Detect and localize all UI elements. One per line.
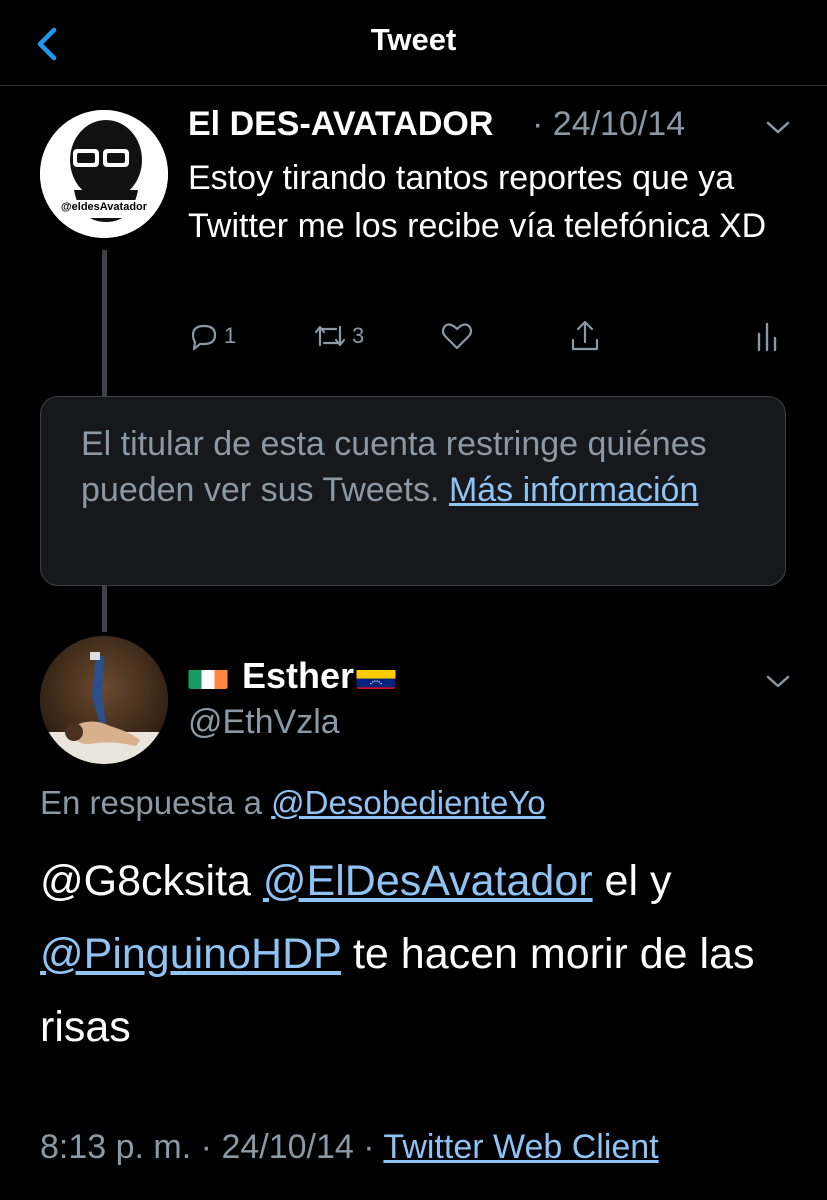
reply-to-mention[interactable]: @DesobedienteYo <box>271 784 546 821</box>
chevron-down-icon[interactable] <box>764 118 792 138</box>
page-title: Tweet <box>370 22 457 57</box>
share-button[interactable] <box>568 314 602 358</box>
avatar[interactable] <box>40 636 168 764</box>
avatar-label: @eldesAvatador <box>60 201 148 213</box>
reply-count: 1 <box>224 323 237 348</box>
venezuela-flag-icon <box>356 663 396 689</box>
tweet-text-part: @G8cksita <box>40 857 251 905</box>
retweet-button[interactable]: 3 <box>312 314 364 358</box>
analytics-button[interactable] <box>754 314 780 358</box>
tweet-text-part: el y <box>604 857 672 905</box>
heart-icon <box>441 323 473 350</box>
tweet-time: 8:13 p. m. <box>40 1128 192 1166</box>
meta-separator: · <box>532 105 544 143</box>
client-link[interactable]: Twitter Web Client <box>383 1128 658 1166</box>
restricted-account-notice: El titular de esta cuenta restringe quié… <box>40 396 786 586</box>
avatar[interactable]: @eldesAvatador <box>40 110 168 238</box>
mention-link[interactable]: @ElDesAvatador <box>263 857 593 905</box>
reply-context: En respuesta a @DesobedienteYo <box>40 784 546 822</box>
more-info-link[interactable]: Más información <box>449 471 698 509</box>
reply-button[interactable]: 1 <box>188 314 236 358</box>
tweet-footer: 8:13 p. m. · 24/10/14 · Twitter Web Clie… <box>40 1128 659 1167</box>
footer-separator: · <box>200 1128 212 1166</box>
analytics-icon <box>757 322 777 352</box>
footer-separator: · <box>363 1128 375 1166</box>
tweet-text: Estoy tirando tantos reportes que ya Twi… <box>188 159 767 245</box>
reply-prefix: En respuesta a <box>40 784 262 821</box>
tweet-actions: 1 3 <box>188 314 788 358</box>
author-name[interactable]: Esther <box>188 655 396 697</box>
retweet-icon <box>314 325 346 347</box>
author-name-text: Esther <box>242 655 355 696</box>
thread-line <box>102 250 107 396</box>
ireland-flag-icon <box>188 663 228 689</box>
like-button[interactable] <box>440 314 474 358</box>
tweet-meta: · 24/10/14 <box>532 105 685 144</box>
share-icon <box>571 320 599 351</box>
mention-link[interactable]: @PinguinoHDP <box>40 930 341 978</box>
author-name[interactable]: El DES-AVATADOR <box>188 105 493 144</box>
thread-line <box>102 586 107 632</box>
tweet-date: 24/10/14 <box>552 105 686 143</box>
reply-icon <box>191 324 217 351</box>
author-handle[interactable]: @EthVzla <box>188 703 340 742</box>
top-bar: Tweet <box>0 0 827 86</box>
tweet-date: 24/10/14 <box>221 1128 354 1166</box>
tweet-text: @G8cksita @ElDesAvatador el y @PinguinoH… <box>40 845 810 1064</box>
chevron-down-icon[interactable] <box>764 672 792 692</box>
retweet-count: 3 <box>352 323 365 348</box>
